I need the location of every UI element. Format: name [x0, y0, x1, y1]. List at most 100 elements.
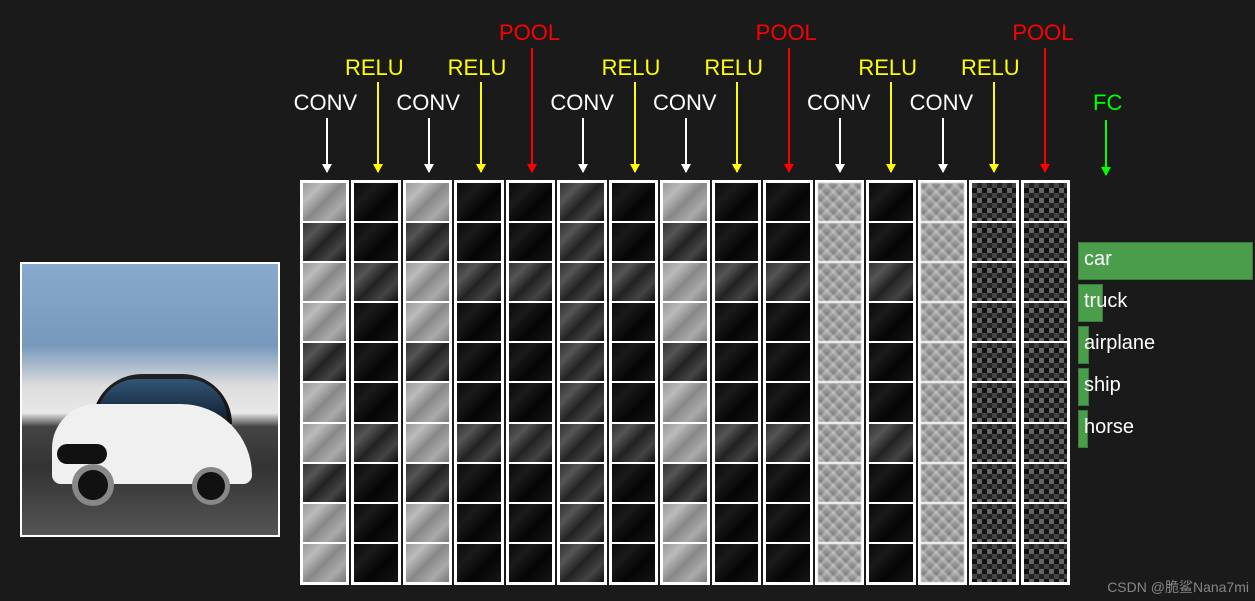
feature-tile	[869, 223, 912, 261]
feature-tile	[715, 223, 758, 261]
feature-tile	[354, 544, 397, 582]
feature-tile	[972, 223, 1015, 261]
pool-label: POOL	[756, 20, 817, 46]
feature-tile	[663, 424, 706, 462]
feature-tile	[457, 383, 500, 421]
feature-tile	[1024, 464, 1067, 502]
feature-tile	[921, 303, 964, 341]
feature-tile	[612, 223, 655, 261]
feature-tile	[457, 343, 500, 381]
conv-label: CONV	[653, 90, 717, 116]
feature-tile	[818, 223, 861, 261]
feature-tile	[303, 544, 346, 582]
feature-tile	[766, 183, 809, 221]
output-bar-label: truck	[1084, 290, 1127, 313]
layer-arrow	[480, 82, 482, 172]
feature-tile	[406, 223, 449, 261]
feature-tile	[509, 183, 552, 221]
layer-arrow	[736, 82, 738, 172]
feature-tile	[766, 303, 809, 341]
feature-tile	[869, 303, 912, 341]
feature-tile	[921, 223, 964, 261]
feature-tile	[1024, 424, 1067, 462]
feature-tile	[354, 504, 397, 542]
feature-tile	[303, 383, 346, 421]
feature-tile	[560, 383, 603, 421]
feature-column	[918, 180, 967, 585]
conv-label: CONV	[396, 90, 460, 116]
feature-tile	[818, 183, 861, 221]
feature-tile	[715, 424, 758, 462]
feature-tile	[303, 343, 346, 381]
relu-label: RELU	[704, 55, 763, 81]
feature-tile	[303, 223, 346, 261]
feature-tile	[818, 263, 861, 301]
feature-tile	[663, 343, 706, 381]
feature-tile	[663, 183, 706, 221]
feature-tile	[303, 424, 346, 462]
feature-tile	[663, 223, 706, 261]
feature-tile	[663, 263, 706, 301]
feature-tile	[1024, 223, 1067, 261]
feature-tile	[921, 424, 964, 462]
output-bar-label: car	[1084, 248, 1112, 271]
feature-tile	[972, 343, 1015, 381]
feature-tile	[457, 504, 500, 542]
relu-label: RELU	[602, 55, 661, 81]
feature-tile	[509, 223, 552, 261]
feature-tile	[354, 383, 397, 421]
layer-arrow	[993, 82, 995, 172]
feature-tile	[457, 544, 500, 582]
fc-arrow	[1105, 120, 1107, 175]
feature-tile	[715, 303, 758, 341]
feature-tile	[818, 303, 861, 341]
feature-tile	[715, 183, 758, 221]
feature-tile	[1024, 303, 1067, 341]
layer-arrow	[377, 82, 379, 172]
conv-label: CONV	[294, 90, 358, 116]
feature-tile	[869, 183, 912, 221]
car-grille-shape	[57, 444, 107, 464]
feature-tile	[766, 504, 809, 542]
feature-tile	[869, 263, 912, 301]
feature-tile	[921, 383, 964, 421]
feature-tile	[715, 343, 758, 381]
feature-tile	[406, 424, 449, 462]
layer-labels-area: CONVRELUCONVRELUPOOLCONVRELUCONVRELUPOOL…	[300, 0, 1070, 180]
feature-tile	[766, 263, 809, 301]
output-bar-label: airplane	[1084, 332, 1155, 355]
feature-tile	[354, 303, 397, 341]
feature-tile	[406, 504, 449, 542]
feature-tile	[612, 263, 655, 301]
feature-tile	[560, 303, 603, 341]
feature-column	[351, 180, 400, 585]
feature-tile	[457, 263, 500, 301]
feature-tile	[869, 464, 912, 502]
feature-tile	[303, 263, 346, 301]
feature-tile	[612, 424, 655, 462]
feature-column	[1021, 180, 1070, 585]
feature-tile	[766, 544, 809, 582]
fc-label: FC	[1093, 90, 1122, 116]
feature-tile	[612, 504, 655, 542]
feature-tile	[560, 343, 603, 381]
feature-tile	[509, 424, 552, 462]
feature-column	[866, 180, 915, 585]
feature-tile	[818, 424, 861, 462]
feature-tile	[972, 544, 1015, 582]
output-bar-row: airplane	[1078, 326, 1253, 364]
feature-tile	[818, 544, 861, 582]
feature-column	[969, 180, 1018, 585]
pool-label: POOL	[1012, 20, 1073, 46]
feature-tile	[406, 343, 449, 381]
feature-tile	[972, 303, 1015, 341]
output-bars: cartruckairplaneshiphorse	[1078, 242, 1253, 452]
feature-tile	[354, 223, 397, 261]
feature-tile	[612, 383, 655, 421]
feature-tile	[354, 183, 397, 221]
feature-tile	[869, 424, 912, 462]
input-image	[20, 262, 280, 537]
feature-tile	[663, 383, 706, 421]
feature-column	[609, 180, 658, 585]
feature-tile	[406, 383, 449, 421]
